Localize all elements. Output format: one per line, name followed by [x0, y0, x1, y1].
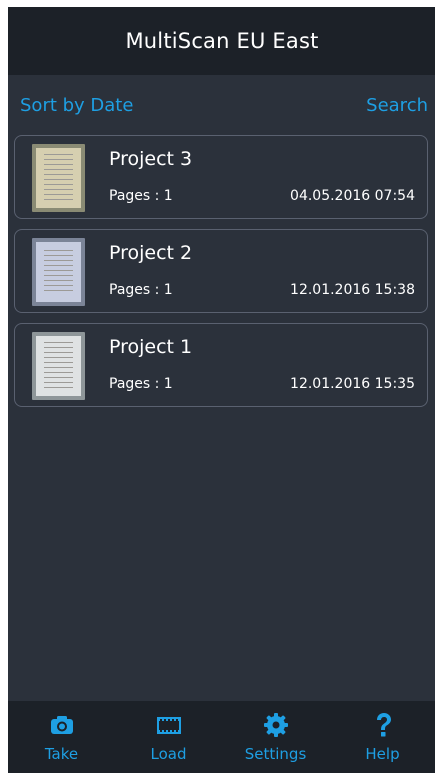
project-name: Project 3 — [109, 148, 193, 170]
film-frame-icon — [156, 717, 181, 734]
tab-help[interactable]: Help — [338, 711, 428, 763]
project-page-count: Pages : 1 — [109, 282, 173, 298]
tab-settings-label: Settings — [244, 745, 307, 763]
project-date: 04.05.2016 07:54 — [290, 188, 415, 204]
project-card[interactable]: Project 1 Pages : 1 12.01.2016 15:35 — [14, 323, 428, 407]
project-list: Project 3 Pages : 1 04.05.2016 07:54 Pro… — [8, 135, 435, 407]
bottom-tab-bar: Take Load Settings Help — [8, 701, 435, 773]
project-thumbnail — [32, 332, 85, 400]
project-date: 12.01.2016 15:38 — [290, 282, 415, 298]
project-name: Project 2 — [109, 242, 193, 264]
tab-load[interactable]: Load — [124, 711, 214, 763]
project-name: Project 1 — [109, 336, 193, 358]
sort-by-date-button[interactable]: Sort by Date — [20, 95, 133, 116]
tab-settings[interactable]: Settings — [231, 711, 321, 763]
list-toolbar: Sort by Date Search — [8, 75, 435, 135]
tab-help-label: Help — [365, 745, 400, 763]
title-bar: MultiScan EU East — [8, 7, 435, 75]
gear-icon — [263, 713, 288, 737]
project-thumbnail — [32, 238, 85, 306]
project-date: 12.01.2016 15:35 — [290, 376, 415, 392]
camera-icon — [50, 716, 73, 734]
app-title: MultiScan EU East — [125, 29, 319, 53]
project-thumbnail — [32, 144, 85, 212]
document-page-image — [36, 242, 81, 302]
tab-take-label: Take — [44, 745, 79, 763]
project-page-count: Pages : 1 — [109, 188, 173, 204]
project-page-count: Pages : 1 — [109, 376, 173, 392]
tab-load-label: Load — [150, 745, 187, 763]
document-page-image — [36, 148, 81, 208]
app-screen: MultiScan EU East Sort by Date Search Pr… — [8, 7, 435, 773]
tab-take[interactable]: Take — [17, 711, 107, 763]
project-card[interactable]: Project 2 Pages : 1 12.01.2016 15:38 — [14, 229, 428, 313]
search-button[interactable]: Search — [366, 95, 428, 116]
question-mark-icon — [376, 713, 391, 737]
project-card[interactable]: Project 3 Pages : 1 04.05.2016 07:54 — [14, 135, 428, 219]
document-page-image — [36, 336, 81, 396]
